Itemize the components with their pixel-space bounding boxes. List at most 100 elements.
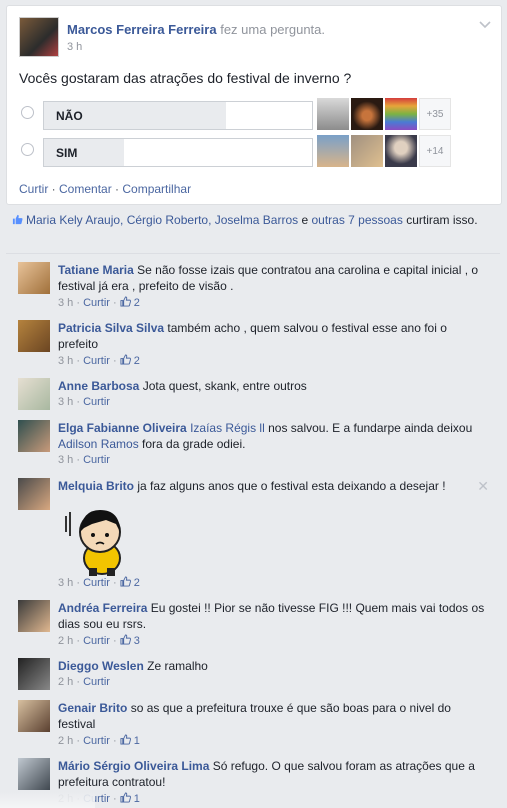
commenter-avatar[interactable] <box>18 420 50 452</box>
commenter-name[interactable]: Elga Fabianne Oliveira <box>58 421 187 435</box>
poll-radio-sim[interactable] <box>21 143 34 156</box>
post-timestamp[interactable]: 3 h <box>67 41 82 53</box>
comment-meta: 3 h · Curtir · 2 <box>58 354 140 367</box>
poll-question: Vocês gostaram das atrações do festival … <box>19 70 352 86</box>
poll-option-nao[interactable]: NÃO <box>43 101 313 130</box>
comment-time[interactable]: 3 h <box>58 355 73 367</box>
comment-time[interactable]: 2 h <box>58 635 73 647</box>
close-icon[interactable]: ✕ <box>477 478 489 495</box>
comment-body: Andréa Ferreira Eu gostei !! Pior se não… <box>58 600 488 632</box>
commenter-avatar[interactable] <box>18 478 50 510</box>
like-thumb-icon <box>120 792 134 805</box>
share-link[interactable]: Compartilhar <box>122 182 191 196</box>
comment-time[interactable]: 2 h <box>58 676 73 688</box>
more-voters-count[interactable]: +14 <box>419 135 451 167</box>
comment-link[interactable]: Comentar <box>59 182 112 196</box>
likes-and: e <box>298 213 312 227</box>
comment-like-link[interactable]: Curtir <box>83 635 110 647</box>
like-thumb-icon <box>120 576 134 589</box>
post-actions: Curtir · Comentar · Compartilhar <box>19 182 192 196</box>
author-name[interactable]: Marcos Ferreira Ferreira <box>67 22 217 37</box>
comment-like-count[interactable]: 2 <box>134 297 140 309</box>
voter-avatar[interactable] <box>385 135 417 167</box>
commenter-name[interactable]: Mário Sérgio Oliveira Lima <box>58 759 209 773</box>
comment-text: Jota quest, skank, entre outros <box>142 379 307 393</box>
comment-body: Elga Fabianne Oliveira Izaías Régis ll n… <box>58 420 488 452</box>
commenter-avatar[interactable] <box>18 600 50 632</box>
commenter-avatar[interactable] <box>18 378 50 410</box>
commenter-name[interactable]: Tatiane Maria <box>58 263 134 277</box>
question-post-card: Marcos Ferreira Ferreira fez uma pergunt… <box>6 5 502 205</box>
voter-avatar[interactable] <box>351 98 383 130</box>
like-link[interactable]: Curtir <box>19 182 48 196</box>
like-thumb-icon <box>120 734 134 747</box>
poll-option-label: NÃO <box>56 109 83 123</box>
comment-like-link[interactable]: Curtir <box>83 735 110 747</box>
comment-body: Patricia Silva Silva também acho , quem … <box>58 320 488 352</box>
divider <box>6 253 500 254</box>
poll-voters-sim: +14 <box>317 135 451 167</box>
comment-like-count[interactable]: 1 <box>134 735 140 747</box>
like-thumb-icon <box>12 214 23 225</box>
comment-body: Mário Sérgio Oliveira Lima Só refugo. O … <box>58 758 488 790</box>
voter-avatar[interactable] <box>385 98 417 130</box>
voter-avatar[interactable] <box>317 98 349 130</box>
likers-names[interactable]: Maria Kely Araujo, Cérgio Roberto, Josel… <box>26 213 298 227</box>
like-thumb-icon <box>120 296 134 309</box>
commenter-avatar[interactable] <box>18 658 50 690</box>
comment-time[interactable]: 3 h <box>58 577 73 589</box>
comment-time[interactable]: 3 h <box>58 454 73 466</box>
chevron-down-icon[interactable] <box>479 18 491 32</box>
commenter-avatar[interactable] <box>18 320 50 352</box>
post-header: Marcos Ferreira Ferreira fez uma pergunt… <box>67 22 325 37</box>
comment-like-link[interactable]: Curtir <box>83 396 110 408</box>
comment-like-count[interactable]: 2 <box>134 577 140 589</box>
comment-time[interactable]: 2 h <box>58 735 73 747</box>
author-avatar[interactable] <box>19 17 59 57</box>
comment-meta: 2 h · Curtir · 1 <box>58 734 140 747</box>
commenter-name[interactable]: Melquia Brito <box>58 479 134 493</box>
comment-body: Anne Barbosa Jota quest, skank, entre ou… <box>58 378 488 394</box>
comment-body: Dieggo Weslen Ze ramalho <box>58 658 488 674</box>
comment-like-link[interactable]: Curtir <box>83 454 110 466</box>
comment-time[interactable]: 3 h <box>58 396 73 408</box>
commenter-avatar[interactable] <box>18 700 50 732</box>
commenter-name[interactable]: Anne Barbosa <box>58 379 139 393</box>
poll-radio-nao[interactable] <box>21 106 34 119</box>
like-thumb-icon <box>120 354 134 367</box>
commenter-name[interactable]: Genair Brito <box>58 701 127 715</box>
comment-meta: 3 h · Curtir · 2 <box>58 576 140 589</box>
comment-body: Melquia Brito ja faz alguns anos que o f… <box>58 478 488 494</box>
comment-text: Ze ramalho <box>147 659 208 673</box>
comment-meta: 2 h · Curtir <box>58 676 110 688</box>
comment-body: Genair Brito so as que a prefeitura trou… <box>58 700 488 732</box>
like-thumb-icon <box>120 634 134 647</box>
commenter-name[interactable]: Patricia Silva Silva <box>58 321 164 335</box>
comment-like-count[interactable]: 2 <box>134 355 140 367</box>
likes-suffix: curtiram isso. <box>402 213 478 227</box>
mention-link[interactable]: Izaías Régis ll <box>190 421 265 435</box>
poll-option-label: SIM <box>56 146 78 160</box>
more-voters-count[interactable]: +35 <box>419 98 451 130</box>
commenter-name[interactable]: Andréa Ferreira <box>58 601 147 615</box>
voter-avatar[interactable] <box>351 135 383 167</box>
commenter-avatar[interactable] <box>18 758 50 790</box>
commenter-name[interactable]: Dieggo Weslen <box>58 659 144 673</box>
comment-body: Tatiane Maria Se não fosse izais que con… <box>58 262 488 294</box>
comment-like-count[interactable]: 1 <box>134 793 140 805</box>
comment-like-link[interactable]: Curtir <box>83 676 110 688</box>
comment-like-link[interactable]: Curtir <box>83 577 110 589</box>
poll-option-sim[interactable]: SIM <box>43 138 313 167</box>
voter-avatar[interactable] <box>317 135 349 167</box>
sticker-image <box>62 502 134 578</box>
comment-like-link[interactable]: Curtir <box>83 297 110 309</box>
other-likers-link[interactable]: outras 7 pessoas <box>311 213 402 227</box>
likes-summary: Maria Kely Araujo, Cérgio Roberto, Josel… <box>12 212 482 229</box>
comment-like-count[interactable]: 3 <box>134 635 140 647</box>
commenter-avatar[interactable] <box>18 262 50 294</box>
comment-meta: 3 h · Curtir <box>58 454 110 466</box>
comment-time[interactable]: 3 h <box>58 297 73 309</box>
mention-link[interactable]: Adilson Ramos <box>58 437 139 451</box>
comment-text: ja faz alguns anos que o festival esta d… <box>137 479 446 493</box>
comment-like-link[interactable]: Curtir <box>83 355 110 367</box>
